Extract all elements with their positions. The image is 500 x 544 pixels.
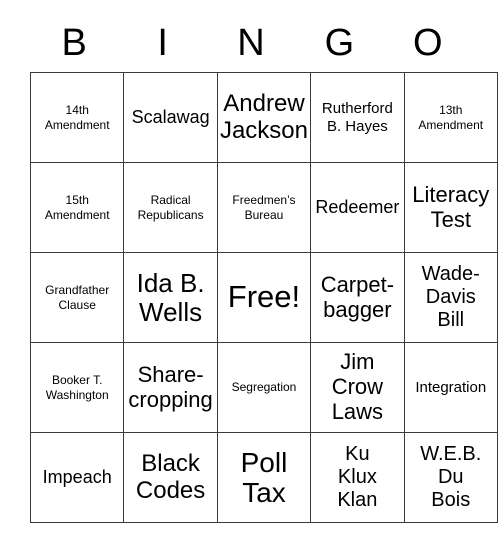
bingo-cell[interactable]: Scalawag <box>123 72 218 163</box>
bingo-cell-label: Poll Tax <box>240 446 288 508</box>
bingo-card: B I N G O 14th Amendment Scalawag Andrew Jacks… <box>29 14 498 523</box>
bingo-cell-label: Share- cropping <box>128 361 213 412</box>
bingo-cell[interactable]: Integration <box>403 342 498 433</box>
bingo-cell-label: Free! <box>227 279 301 315</box>
bingo-cell[interactable]: Black Codes <box>123 432 218 523</box>
bingo-cell-label: 14th Amendment <box>44 102 110 132</box>
bingo-cell-label: Ida B. Wells <box>136 268 205 327</box>
bingo-cell-label: 15th Amendment <box>44 192 110 222</box>
bingo-cell[interactable]: Carpet- bagger <box>310 252 405 343</box>
bingo-cell[interactable]: Radical Republicans <box>123 162 218 253</box>
bingo-cell[interactable]: Andrew Jackson <box>216 72 312 163</box>
bingo-header-letter-b: B <box>61 22 87 64</box>
bingo-header-letter-g: G <box>324 22 355 64</box>
bingo-cell[interactable]: Ida B. Wells <box>123 252 218 343</box>
bingo-cell[interactable]: Ku Klux Klan <box>310 432 405 523</box>
bingo-cell-label: Segregation <box>231 380 297 395</box>
bingo-cell-label: Carpet- bagger <box>320 271 395 322</box>
bingo-cell-label: Jim Crow Laws <box>331 349 384 424</box>
bingo-cell-label: Integration <box>415 378 487 396</box>
bingo-cell-label: Wade- Davis Bill <box>421 263 480 331</box>
bingo-cell-label: Literacy Test <box>412 181 490 232</box>
bingo-cell-label: Black Codes <box>135 450 206 504</box>
bingo-cell-label: Ku Klux Klan <box>337 443 378 511</box>
bingo-cell-label: 13th Amendment <box>418 102 484 132</box>
bingo-cell-label: Redeemer <box>315 197 400 218</box>
bingo-cell-label: Booker T. Washington <box>45 372 109 402</box>
bingo-row: Impeach Black Codes Poll Tax Ku Klux Klan W.… <box>29 432 498 523</box>
bingo-row: Grandfather Clause Ida B. Wells Free! Carpe… <box>29 252 498 343</box>
bingo-cell[interactable]: W.E.B. Du Bois <box>403 432 498 523</box>
bingo-cell[interactable]: Poll Tax <box>216 432 312 523</box>
bingo-cell[interactable]: Rutherford B. Hayes <box>310 72 405 163</box>
bingo-cell[interactable]: 15th Amendment <box>29 162 125 253</box>
bingo-header-row: BINGO <box>30 14 472 72</box>
bingo-cell[interactable]: Jim Crow Laws <box>310 342 405 433</box>
bingo-row: 14th Amendment Scalawag Andrew Jackson Ruth… <box>29 72 498 163</box>
bingo-cell-label: Grandfather Clause <box>45 282 110 312</box>
bingo-cell-label: Radical Republicans <box>137 192 204 222</box>
bingo-grid: 14th Amendment Scalawag Andrew Jackson Ruth… <box>29 72 498 523</box>
bingo-cell[interactable]: Booker T. Washington <box>29 342 125 433</box>
bingo-cell[interactable]: Segregation <box>216 342 312 433</box>
bingo-cell[interactable]: Literacy Test <box>403 162 498 253</box>
bingo-cell-label: Impeach <box>42 467 112 488</box>
bingo-cell[interactable]: Share- cropping <box>123 342 218 433</box>
bingo-header-letter-i: I <box>157 22 168 64</box>
bingo-cell[interactable]: Freedmen’s Bureau <box>216 162 312 253</box>
bingo-cell[interactable]: 14th Amendment <box>29 72 125 163</box>
bingo-cell-label: Rutherford B. Hayes <box>321 100 393 135</box>
bingo-header-letter-n: N <box>237 22 265 64</box>
bingo-cell-label: Andrew Jackson <box>219 90 308 144</box>
bingo-grid-body: 14th Amendment Scalawag Andrew Jackson Ruth… <box>29 72 498 523</box>
bingo-cell-label: W.E.B. Du Bois <box>420 443 482 511</box>
bingo-cell[interactable]: Impeach <box>29 432 125 523</box>
bingo-cell[interactable]: 13th Amendment <box>403 72 498 163</box>
bingo-cell[interactable]: Grandfather Clause <box>29 252 125 343</box>
bingo-row: 15th Amendment Radical Republicans Freedme… <box>29 162 498 253</box>
bingo-row: Booker T. Washington Share- cropping Segre… <box>29 342 498 433</box>
bingo-header-letter-o: O <box>413 22 443 64</box>
bingo-cell-label: Freedmen’s Bureau <box>232 192 296 222</box>
bingo-cell[interactable]: Wade- Davis Bill <box>403 252 498 343</box>
bingo-cell-label: Scalawag <box>131 107 210 128</box>
bingo-cell[interactable]: Redeemer <box>310 162 405 253</box>
bingo-cell-free-space[interactable]: Free! <box>216 252 312 343</box>
